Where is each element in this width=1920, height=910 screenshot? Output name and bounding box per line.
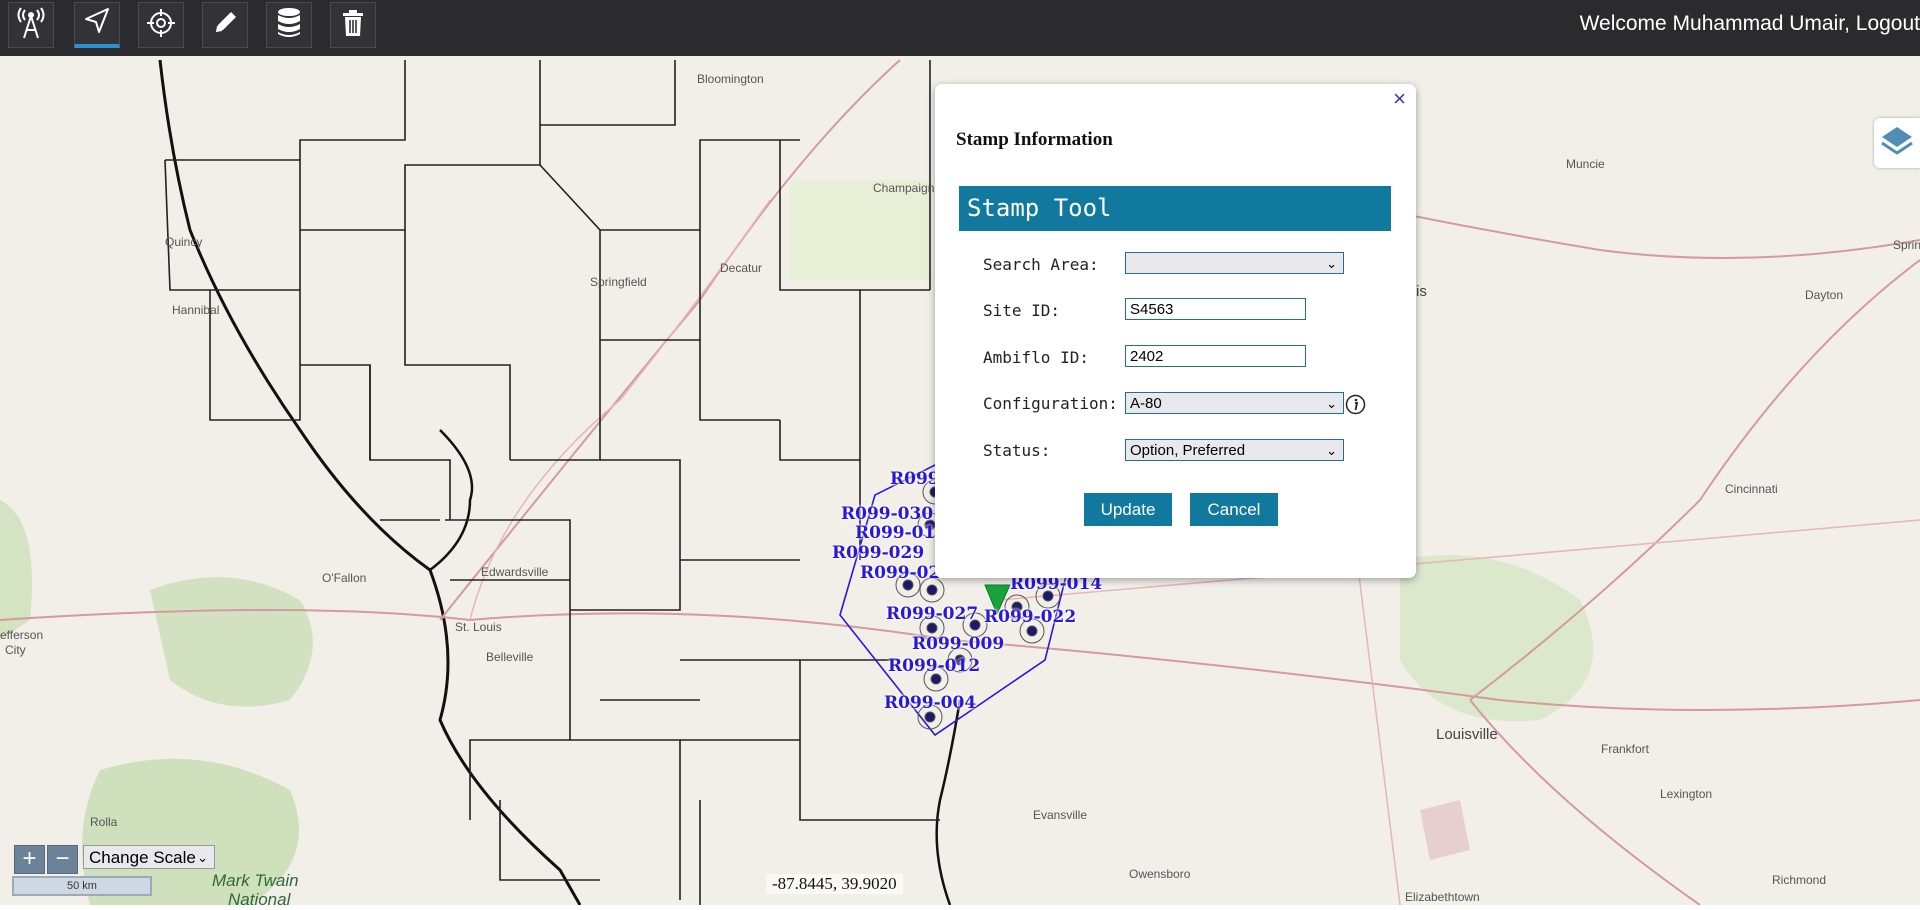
city-label: Cincinnati: [1725, 482, 1778, 496]
city-label: Lexington: [1660, 787, 1713, 801]
coordinate-readout: -87.8445, 39.9020: [766, 874, 903, 894]
site-id-field[interactable]: S4563: [1125, 298, 1306, 320]
tower-icon: [16, 6, 46, 45]
city-label: efferson: [0, 628, 44, 642]
city-label: Bloomington: [697, 72, 764, 86]
cancel-button[interactable]: Cancel: [1190, 493, 1278, 526]
ambiflo-id-label: Ambiflo ID:: [983, 348, 1089, 367]
trash-icon: [340, 8, 366, 43]
pencil-icon: [210, 8, 240, 43]
city-label: Muncie: [1566, 157, 1605, 171]
city-label: Hannibal: [172, 303, 220, 317]
city-label: Elizabethtown: [1405, 890, 1480, 904]
city-label: Springfi: [1893, 238, 1920, 252]
city-label: O'Fallon: [322, 571, 367, 585]
change-scale-select[interactable]: Change Scale ⌄: [83, 845, 215, 869]
city-label: Quincy: [165, 235, 203, 249]
city-label: Springfield: [590, 275, 647, 289]
status-value: Option, Preferred: [1130, 442, 1246, 459]
chevron-down-icon: ⌄: [1326, 443, 1337, 458]
change-scale-label: Change Scale: [89, 848, 196, 867]
configuration-select[interactable]: A-80 ⌄: [1125, 392, 1344, 414]
city-label: Rolla: [90, 815, 118, 829]
chevron-down-icon: ⌄: [197, 850, 208, 865]
site-label[interactable]: R099-030: [841, 504, 933, 524]
database-icon: [276, 7, 302, 44]
city-label: Decatur: [720, 261, 763, 275]
chevron-down-icon: ⌄: [1326, 396, 1337, 411]
zoom-in-button[interactable]: +: [14, 845, 45, 874]
database-tool-button[interactable]: [266, 2, 312, 48]
city-label: Belleville: [486, 650, 534, 664]
stamp-tool-banner: Stamp Tool: [959, 186, 1391, 231]
site-label[interactable]: R099-022: [984, 607, 1076, 627]
scale-bar: 50 km: [12, 876, 152, 896]
layers-icon: [1879, 123, 1915, 164]
zoom-out-button[interactable]: −: [47, 845, 78, 874]
site-label[interactable]: R099-01: [855, 523, 935, 543]
city-label: Evansville: [1033, 808, 1088, 822]
navigate-tool-button[interactable]: [74, 2, 120, 48]
dialog-title: Stamp Information: [956, 129, 1113, 150]
stamp-information-dialog: × Stamp Information Stamp Tool Search Ar…: [935, 84, 1416, 578]
site-label[interactable]: R099-02: [860, 563, 940, 583]
site-label[interactable]: R099-027: [886, 604, 978, 624]
ambiflo-id-field[interactable]: 2402: [1125, 345, 1306, 367]
update-button[interactable]: Update: [1084, 493, 1172, 526]
zoom-controls: + −: [14, 845, 78, 874]
city-label: Owensboro: [1129, 867, 1191, 881]
site-label[interactable]: R099-012: [888, 656, 980, 676]
configuration-label: Configuration:: [983, 394, 1118, 413]
site-label[interactable]: R099: [890, 469, 940, 489]
status-select[interactable]: Option, Preferred ⌄: [1125, 439, 1344, 461]
site-label[interactable]: R099-029: [832, 543, 924, 563]
top-toolbar: Welcome Muhammad Umair, Logout: [0, 0, 1920, 56]
city-label: Louisville: [1436, 726, 1498, 743]
site-label[interactable]: R099-009: [912, 634, 1004, 654]
city-label: St. Louis: [455, 620, 502, 634]
park-label: Mark Twain: [212, 871, 299, 890]
navigate-icon: [82, 6, 112, 41]
site-label[interactable]: R099-004: [884, 693, 976, 713]
park-label: National: [228, 890, 291, 909]
tower-tool-button[interactable]: [8, 2, 54, 48]
city-label: Frankfort: [1601, 742, 1650, 756]
chevron-down-icon: ⌄: [1326, 256, 1337, 271]
city-label: City: [5, 643, 26, 657]
city-label: Dayton: [1805, 288, 1844, 302]
delete-tool-button[interactable]: [330, 2, 376, 48]
configuration-value: A-80: [1130, 395, 1162, 412]
status-label: Status:: [983, 441, 1051, 460]
search-area-select[interactable]: ⌄: [1125, 252, 1344, 274]
site-id-label: Site ID:: [983, 301, 1061, 320]
crosshair-tool-button[interactable]: [138, 2, 184, 48]
city-label: Champaign: [873, 181, 935, 195]
pencil-tool-button[interactable]: [202, 2, 248, 48]
city-label: Richmond: [1772, 873, 1827, 887]
layers-button[interactable]: [1874, 118, 1920, 168]
close-icon[interactable]: ×: [1393, 86, 1406, 112]
welcome-logout-link[interactable]: Welcome Muhammad Umair, Logout: [1580, 12, 1920, 36]
city-label: is: [1416, 283, 1427, 300]
crosshair-icon: [145, 7, 177, 44]
info-icon[interactable]: [1345, 394, 1366, 420]
city-label: Edwardsville: [481, 565, 549, 579]
search-area-label: Search Area:: [983, 255, 1099, 274]
